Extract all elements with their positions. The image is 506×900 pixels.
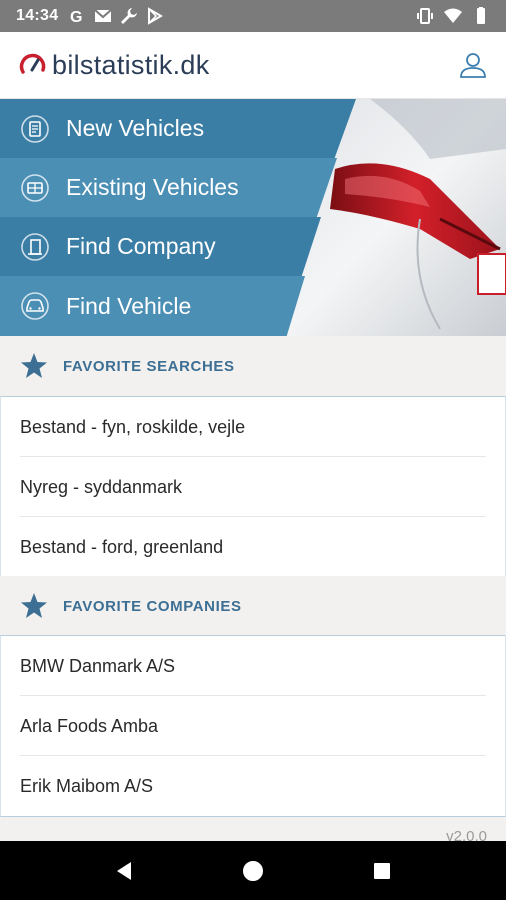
logo-text: bilstatistik.dk: [52, 49, 210, 80]
section-title: FAVORITE SEARCHES: [63, 357, 235, 375]
list-item-label: Erik Maibom A/S: [20, 775, 154, 796]
recents-icon: [373, 862, 390, 879]
home-button[interactable]: [233, 851, 273, 891]
vibrate-icon: [417, 8, 433, 24]
play-store-icon: [148, 7, 164, 25]
document-icon: [21, 114, 49, 143]
main-menu: New Vehicles Existing Vehicles Find Comp…: [0, 99, 506, 336]
logo-icon: [19, 53, 46, 74]
menu-item-existing-vehicles[interactable]: Existing Vehicles: [0, 158, 337, 217]
list-icon: [21, 173, 49, 202]
home-icon: [242, 860, 263, 881]
menu-item-label: Find Vehicle: [66, 292, 192, 319]
app-header: bilstatistik.dk: [0, 32, 506, 99]
wifi-icon: [444, 8, 462, 23]
star-icon: [21, 593, 47, 618]
status-time: 14:34: [16, 7, 59, 24]
battery-icon: [477, 7, 485, 24]
status-bar: 14:34 G: [0, 0, 506, 32]
list-item-label: Bestand - fyn, roskilde, vejle: [20, 416, 246, 437]
hero-menu: New Vehicles Existing Vehicles Find Comp…: [0, 99, 506, 336]
favorite-companies-header: FAVORITE COMPANIES: [0, 576, 506, 636]
list-item[interactable]: BMW Danmark A/S: [1, 636, 505, 696]
menu-item-find-company[interactable]: Find Company: [0, 217, 321, 276]
system-nav-bar: [0, 841, 506, 900]
list-item-label: BMW Danmark A/S: [20, 655, 176, 676]
list-item-label: Arla Foods Amba: [20, 715, 159, 736]
favorite-searches-header: FAVORITE SEARCHES: [0, 336, 506, 396]
gmail-icon: [94, 9, 113, 22]
list-item[interactable]: Bestand - ford, greenland: [1, 517, 505, 577]
menu-item-find-vehicle[interactable]: Find Vehicle: [0, 276, 305, 336]
list-item[interactable]: Bestand - fyn, roskilde, vejle: [1, 397, 505, 457]
favorite-companies-list: BMW Danmark A/S Arla Foods Amba Erik Mai…: [0, 635, 506, 817]
menu-item-label: Find Company: [66, 233, 216, 259]
building-icon: [21, 232, 49, 261]
menu-item-label: New Vehicles: [66, 115, 205, 141]
list-item-label: Nyreg - syddanmark: [20, 476, 183, 497]
list-item[interactable]: Arla Foods Amba: [1, 696, 505, 756]
star-icon: [21, 353, 47, 378]
menu-item-new-vehicles[interactable]: New Vehicles: [0, 99, 356, 158]
back-icon: [117, 861, 132, 880]
menu-item-label: Existing Vehicles: [66, 174, 239, 200]
list-item[interactable]: Nyreg - syddanmark: [1, 457, 505, 517]
user-icon[interactable]: [458, 50, 488, 80]
google-icon: G: [70, 9, 82, 25]
list-item[interactable]: Erik Maibom A/S: [1, 756, 505, 816]
favorite-searches-list: Bestand - fyn, roskilde, vejle Nyreg - s…: [0, 396, 506, 578]
list-item-label: Bestand - ford, greenland: [20, 536, 224, 557]
wrench-icon: [121, 8, 138, 24]
svg-text:G: G: [70, 9, 82, 25]
back-button[interactable]: [104, 851, 144, 891]
section-title: FAVORITE COMPANIES: [63, 597, 242, 615]
car-icon: [21, 292, 49, 320]
recents-button[interactable]: [362, 851, 402, 891]
